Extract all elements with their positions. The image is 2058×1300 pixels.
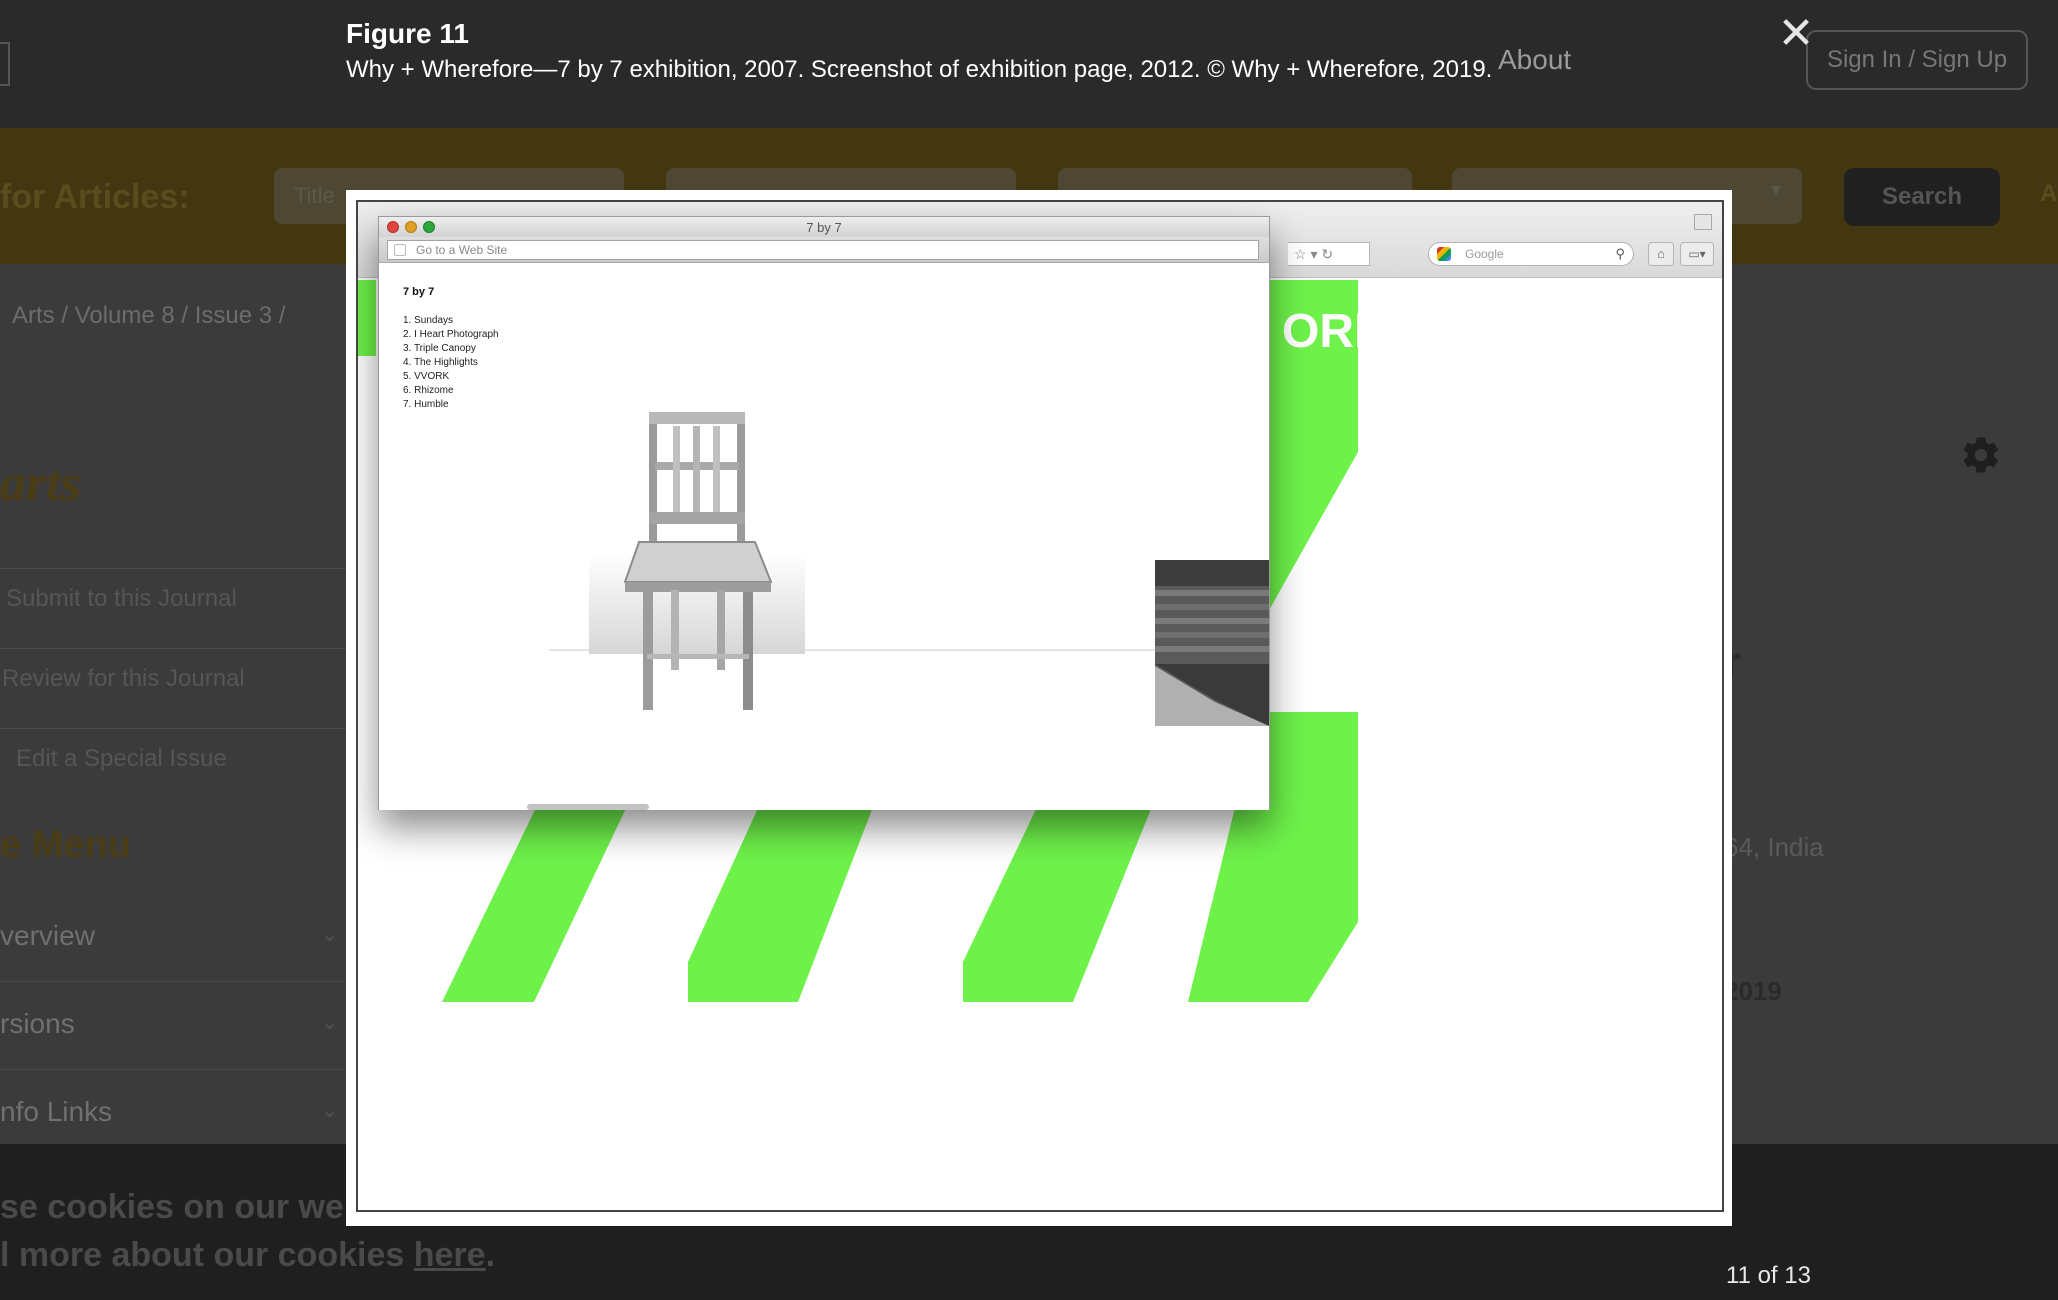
- cookie-text-suffix: .: [485, 1236, 496, 1274]
- stairs-photo: [1155, 560, 1269, 726]
- menu-item-label: nfo Links: [0, 1096, 113, 1127]
- submit-link[interactable]: Submit to this Journal: [0, 568, 346, 626]
- cookie-text-line-1: se cookies on our web: [0, 1188, 365, 1226]
- list-item: 5. VVORK: [403, 371, 450, 382]
- journal-title: arts: [0, 455, 81, 512]
- list-item: 1. Sundays: [403, 315, 454, 326]
- exhibition-screenshot: ORE ☆ ▾ ↻ Google ⚲ ⌂ ▭▾ 7 by 7 Go to a W…: [356, 200, 1724, 1212]
- figure-caption: Why + Wherefore—7 by 7 exhibition, 2007.…: [346, 56, 1493, 83]
- menu-item-label: verview: [0, 920, 95, 951]
- menu-item-label: rsions: [0, 1008, 75, 1039]
- list-item: 4. The Highlights: [403, 357, 478, 368]
- cookie-text-prefix: l more about our cookies: [0, 1236, 414, 1274]
- menu-item-versions[interactable]: rsions ⌄: [0, 982, 346, 1070]
- gear-icon[interactable]: [1960, 434, 2002, 476]
- search-label: for Articles:: [0, 178, 190, 216]
- popup-browser-window: 7 by 7 Go to a Web Site 7 by 7 1. Sunday…: [378, 216, 1270, 810]
- popup-url-field: Go to a Web Site: [387, 240, 1259, 260]
- review-link[interactable]: Review for this Journal: [0, 648, 346, 706]
- cookie-text-line-2: l more about our cookies here.: [0, 1236, 495, 1275]
- horizontal-scrollbar: [527, 804, 649, 810]
- cookie-policy-link[interactable]: here: [414, 1236, 486, 1274]
- menu-item-overview[interactable]: verview ⌄: [0, 894, 346, 982]
- breadcrumb[interactable]: Arts / Volume 8 / Issue 3 /: [12, 302, 285, 330]
- address-fragment: 64, India: [1724, 832, 1824, 862]
- popup-page: 7 by 7 1. Sundays 2. I Heart Photograph …: [379, 264, 1269, 810]
- chair-photo: [589, 412, 805, 710]
- list-item: 7. Humble: [403, 399, 449, 410]
- sign-in-button[interactable]: Sign In / Sign Up: [1806, 30, 2028, 90]
- home-icon: ⌂: [1648, 242, 1674, 266]
- close-icon[interactable]: ✕: [1776, 12, 1816, 56]
- exhibit-list: 1. Sundays 2. I Heart Photograph 3. Trip…: [403, 314, 499, 412]
- banner-text: ORE: [1282, 305, 1387, 358]
- chevron-down-icon: ▼: [1768, 182, 1784, 199]
- list-item: 3. Triple Canopy: [403, 343, 476, 354]
- page-icon: [394, 244, 406, 256]
- menu-heading: e Menu: [0, 824, 131, 866]
- google-icon: [1437, 247, 1451, 261]
- green-edge-strip: [358, 280, 376, 356]
- popup-titlebar: 7 by 7: [379, 217, 1269, 237]
- chevron-down-icon: ⌄: [321, 1012, 338, 1034]
- list-item: 6. Rhizome: [403, 385, 454, 396]
- search-icon: ⚲: [1615, 246, 1625, 261]
- google-search-box: Google ⚲: [1428, 242, 1634, 266]
- nav-item-about[interactable]: About: [1498, 44, 1571, 76]
- resize-icon: [1694, 214, 1712, 230]
- list-item: 2. I Heart Photograph: [403, 329, 499, 340]
- popup-toolbar: Go to a Web Site: [379, 237, 1269, 263]
- figure-image: ORE ☆ ▾ ↻ Google ⚲ ⌂ ▭▾ 7 by 7 Go to a W…: [346, 190, 1732, 1226]
- year-fragment: 2019: [1724, 976, 1782, 1006]
- logo-edge: [0, 42, 10, 86]
- sidebar-icon: ▭▾: [1680, 242, 1714, 266]
- chevron-down-icon: ⌄: [321, 1100, 338, 1122]
- popup-url-placeholder: Go to a Web Site: [416, 243, 508, 257]
- google-search-placeholder: Google: [1465, 247, 1504, 261]
- figure-counter: 11 of 13: [1726, 1262, 1811, 1289]
- popup-window-title: 7 by 7: [806, 220, 842, 235]
- site-title: 7 by 7: [403, 286, 435, 298]
- chevron-down-icon: ⌄: [321, 924, 338, 946]
- bookmark-reload-controls: ☆ ▾ ↻: [1288, 242, 1370, 266]
- search-button[interactable]: Search: [1844, 168, 2000, 226]
- edit-special-issue-link[interactable]: Edit a Special Issue: [0, 728, 346, 786]
- advanced-search-link[interactable]: A: [2040, 180, 2057, 208]
- figure-title: Figure 11: [346, 18, 469, 49]
